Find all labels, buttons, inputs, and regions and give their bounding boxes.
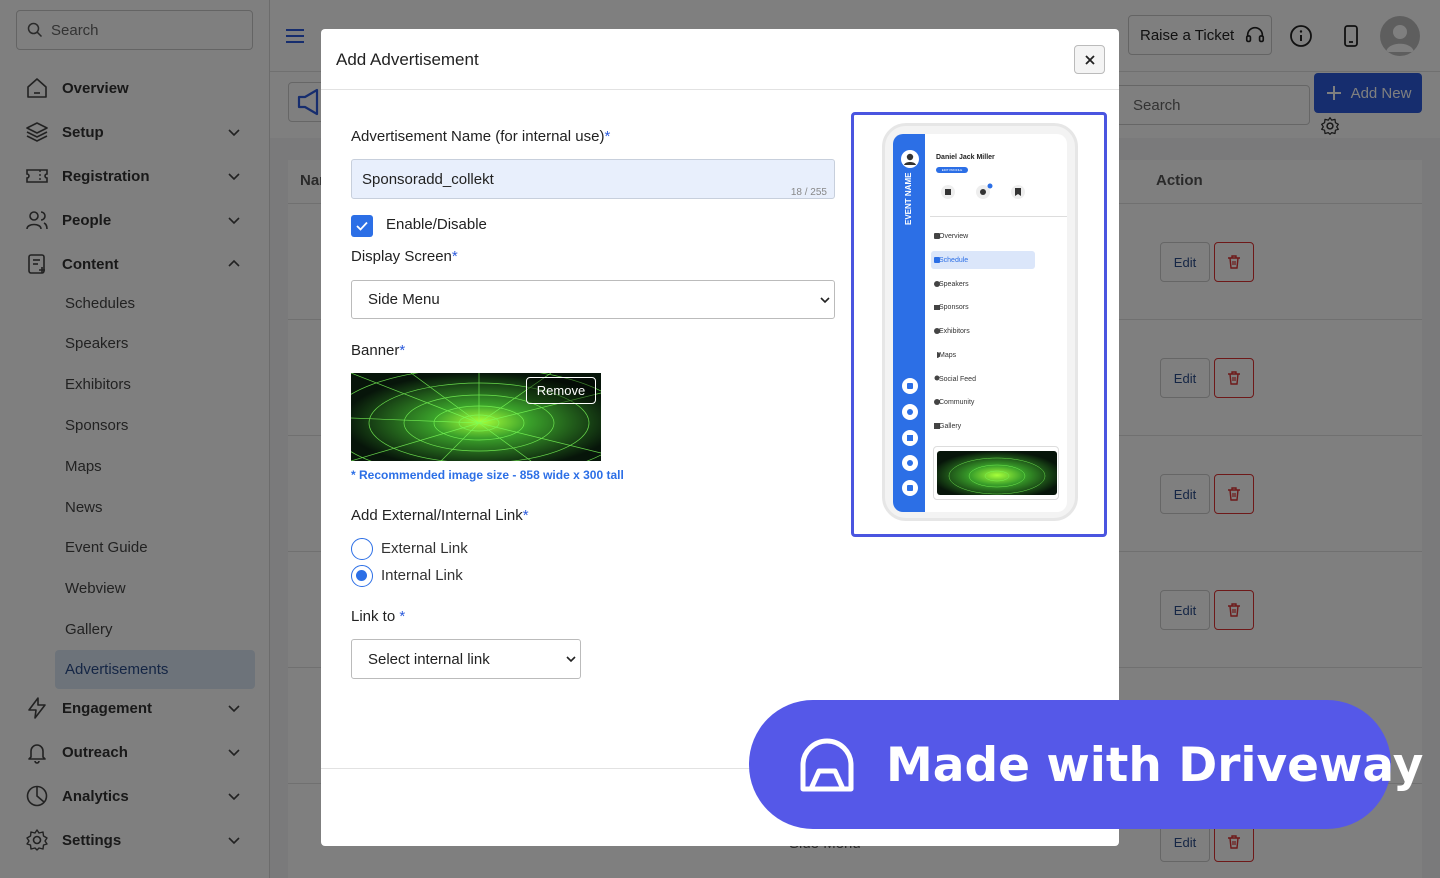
close-icon bbox=[1084, 54, 1095, 65]
preview-menu-item: Overview bbox=[939, 233, 969, 240]
close-button[interactable] bbox=[1074, 45, 1105, 74]
preview-menu-item: Gallery bbox=[939, 423, 962, 430]
required-mark: * bbox=[604, 128, 611, 145]
display-screen-label: Display Screen* bbox=[351, 248, 458, 265]
modal-title: Add Advertisement bbox=[336, 50, 479, 69]
screen-preview: EVENT NAME Daniel Jack Miller EDIT PROFI… bbox=[851, 112, 1107, 537]
preview-menu-item: Community bbox=[939, 399, 975, 406]
enable-checkbox[interactable] bbox=[351, 215, 373, 237]
edit-profile-pill: EDIT PROFILE bbox=[936, 167, 968, 173]
external-link-radio[interactable] bbox=[351, 538, 373, 560]
preview-menu-item: Maps bbox=[939, 352, 957, 359]
preview-divider bbox=[930, 216, 1067, 217]
required-mark: * bbox=[399, 342, 406, 359]
internal-link-value: Select internal link bbox=[368, 650, 490, 668]
preview-menu-item: Social Feed bbox=[939, 376, 976, 383]
banner-label-text: Banner bbox=[351, 342, 400, 359]
display-screen-label-text: Display Screen bbox=[351, 248, 452, 265]
ad-name-label: Advertisement Name (for internal use)* bbox=[351, 128, 610, 145]
phone-mockup: EVENT NAME Daniel Jack Miller EDIT PROFI… bbox=[882, 123, 1078, 521]
internal-link-select[interactable]: Select internal link bbox=[351, 639, 581, 679]
required-mark: * bbox=[522, 507, 529, 524]
chevron-down-icon bbox=[820, 296, 830, 303]
required-mark: * bbox=[451, 248, 458, 265]
preview-menu-item: Sponsors bbox=[939, 304, 969, 311]
enable-label: Enable/Disable bbox=[386, 216, 487, 233]
internal-link-radio[interactable] bbox=[351, 565, 373, 587]
modal-header: Add Advertisement bbox=[321, 29, 1119, 90]
banner-label: Banner* bbox=[351, 342, 405, 359]
check-icon bbox=[356, 221, 368, 231]
display-screen-value: Side Menu bbox=[368, 291, 440, 308]
driveway-badge-text: Made with Driveway bbox=[886, 738, 1424, 793]
driveway-logo-icon bbox=[800, 738, 854, 792]
preview-menu-item: Exhibitors bbox=[939, 328, 970, 335]
ad-name-input[interactable]: Sponsoradd_collekt 18 / 255 bbox=[351, 159, 835, 199]
preview-ad-banner bbox=[937, 451, 1057, 495]
preview-ad-slot bbox=[933, 446, 1059, 500]
chevron-down-icon bbox=[566, 656, 576, 663]
display-screen-select[interactable]: Side Menu bbox=[351, 280, 835, 319]
event-name-vertical: EVENT NAME bbox=[904, 172, 913, 225]
link-to-label: Link to * bbox=[351, 608, 405, 625]
required-mark: * bbox=[399, 608, 406, 625]
banner-image: Remove bbox=[351, 373, 601, 461]
link-type-label-text: Add External/Internal Link bbox=[351, 507, 523, 524]
remove-banner-button[interactable]: Remove bbox=[526, 377, 596, 404]
internal-link-label: Internal Link bbox=[381, 567, 463, 584]
preview-user-name: Daniel Jack Miller bbox=[936, 154, 995, 161]
link-to-label-text: Link to bbox=[351, 608, 400, 625]
preview-menu-item: Speakers bbox=[939, 281, 969, 288]
made-with-driveway-badge[interactable]: Made with Driveway bbox=[749, 700, 1423, 829]
link-type-label: Add External/Internal Link* bbox=[351, 507, 529, 524]
phone-side-rail: EVENT NAME bbox=[893, 134, 925, 512]
external-link-label: External Link bbox=[381, 540, 468, 557]
ad-name-value: Sponsoradd_collekt bbox=[362, 170, 494, 188]
quick-action-icons bbox=[941, 183, 1025, 199]
banner-size-hint: * Recommended image size - 858 wide x 30… bbox=[351, 468, 624, 482]
preview-menu-item: Schedule bbox=[939, 257, 969, 264]
ad-name-label-text: Advertisement Name (for internal use) bbox=[351, 128, 605, 145]
char-counter: 18 / 255 bbox=[790, 187, 827, 198]
phone-screen: EVENT NAME Daniel Jack Miller EDIT PROFI… bbox=[893, 134, 1067, 512]
